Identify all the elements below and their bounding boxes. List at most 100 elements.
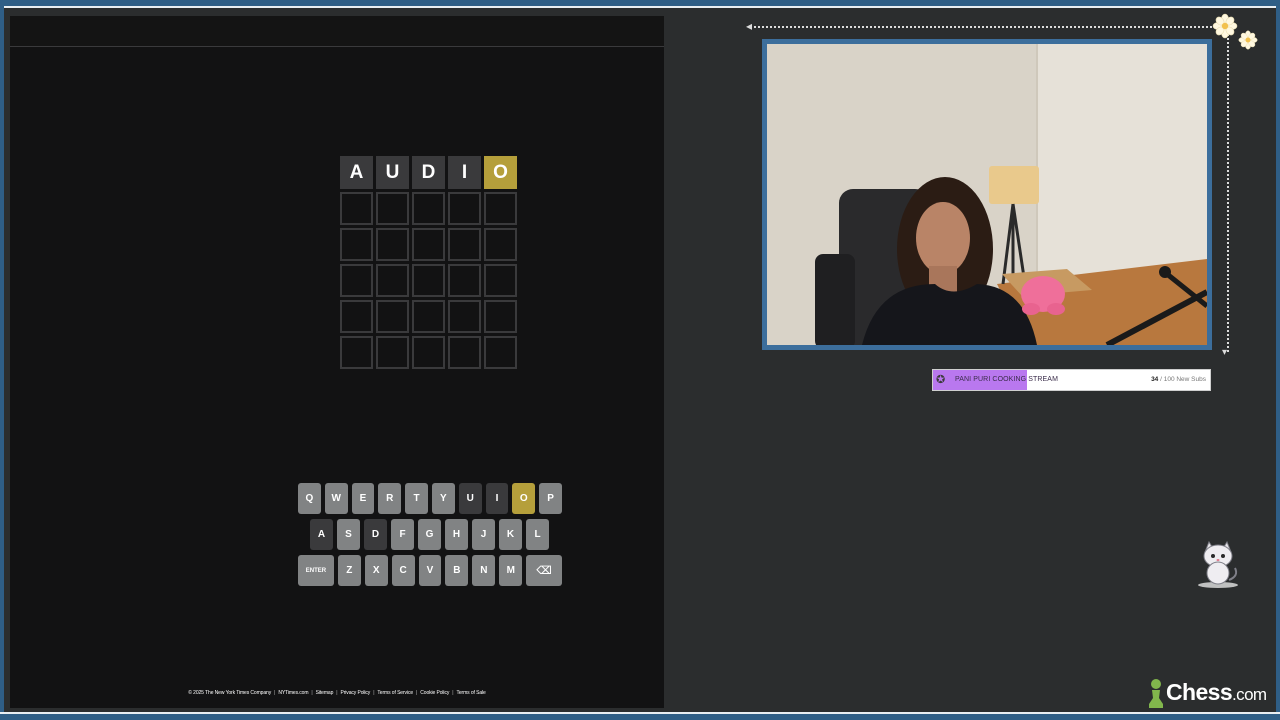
- key-g[interactable]: G: [418, 519, 441, 550]
- key-f[interactable]: F: [391, 519, 414, 550]
- enter-key[interactable]: ENTER: [298, 555, 334, 586]
- key-p[interactable]: P: [539, 483, 562, 514]
- board-tile-empty: [412, 192, 445, 225]
- wordle-board: AUDIO: [340, 156, 520, 369]
- flower-small-icon: [1238, 30, 1258, 55]
- sub-goal-bar: ✪ PANI PURI COOKING STREAM 34 / 100 New …: [932, 369, 1211, 391]
- key-x[interactable]: X: [364, 555, 388, 586]
- nyt-footer: © 2025 The New York Times Company | NYTime…: [10, 690, 664, 696]
- key-h[interactable]: H: [445, 519, 468, 550]
- board-tile-empty: [484, 300, 517, 333]
- footer-copyright: © 2025 The New York Times Company: [188, 690, 272, 696]
- key-m[interactable]: M: [499, 555, 523, 586]
- board-tile-empty: [340, 264, 373, 297]
- board-tile-empty: [448, 300, 481, 333]
- footer-link[interactable]: Privacy Policy: [340, 690, 370, 696]
- key-l[interactable]: L: [526, 519, 549, 550]
- board-tile-empty: [448, 336, 481, 369]
- board-tile-u: U: [376, 156, 409, 189]
- backspace-icon[interactable]: ⌫: [526, 555, 563, 586]
- footer-link[interactable]: Terms of Service: [377, 690, 413, 696]
- logo-main-text: Chess: [1166, 679, 1233, 705]
- board-tile-empty: [412, 228, 445, 261]
- key-n[interactable]: N: [472, 555, 496, 586]
- board-tile-empty: [448, 228, 481, 261]
- board-tile-empty: [376, 192, 409, 225]
- footer-link[interactable]: Terms of Sale: [456, 690, 485, 696]
- board-tile-empty: [340, 192, 373, 225]
- board-tile-empty: [448, 192, 481, 225]
- board-tile-empty: [340, 336, 373, 369]
- key-b[interactable]: B: [445, 555, 469, 586]
- stream-frame-bottom-line: [0, 712, 1280, 714]
- board-tile-empty: [412, 300, 445, 333]
- board-tile-empty: [376, 228, 409, 261]
- chess-com-logo: Chess.com: [1147, 676, 1267, 708]
- board-tile-empty: [340, 228, 373, 261]
- board-tile-empty: [376, 300, 409, 333]
- key-r[interactable]: R: [378, 483, 402, 514]
- footer-separator: |: [336, 690, 338, 696]
- board-tile-empty: [448, 264, 481, 297]
- key-u[interactable]: U: [458, 483, 482, 514]
- footer-separator: |: [373, 690, 375, 696]
- chess-com-wordmark: Chess.com: [1166, 679, 1267, 708]
- key-j[interactable]: J: [472, 519, 495, 550]
- key-o[interactable]: O: [512, 483, 536, 514]
- board-tile-empty: [484, 192, 517, 225]
- key-w[interactable]: W: [324, 483, 348, 514]
- board-tile-empty: [376, 264, 409, 297]
- footer-separator: |: [416, 690, 418, 696]
- wordle-game-window: AUDIO Q W E R T Y U I O P A S D F G H J K L ENTER Z X C V B N M ⌫ ©…: [10, 16, 664, 708]
- footer-link[interactable]: NYTimes.com: [278, 690, 308, 696]
- key-i[interactable]: I: [485, 483, 509, 514]
- key-q[interactable]: Q: [298, 483, 321, 514]
- board-tile-o: O: [484, 156, 517, 189]
- keyboard-row: QWERTYUIOP: [298, 483, 562, 514]
- dotted-border-top: [754, 26, 1228, 28]
- webcam-feed: [762, 39, 1212, 350]
- sub-goal-count: 34 / 100 New Subs: [1151, 376, 1206, 383]
- footer-separator: |: [311, 690, 313, 696]
- stream-frame-left: [0, 0, 4, 720]
- keyboard-row: ENTER Z X C V B N M ⌫: [298, 555, 563, 586]
- cat-sticker-icon: [1195, 540, 1241, 588]
- arrow-left-icon: ◂: [746, 19, 753, 33]
- key-a[interactable]: A: [310, 519, 333, 550]
- logo-suffix-text: .com: [1232, 685, 1267, 704]
- board-tile-empty: [484, 228, 517, 261]
- key-y[interactable]: Y: [431, 483, 455, 514]
- sub-goal-title: PANI PURI COOKING STREAM: [955, 376, 1059, 383]
- board-tile-empty: [412, 264, 445, 297]
- board-tile-empty: [376, 336, 409, 369]
- board-tile-empty: [484, 336, 517, 369]
- footer-separator: |: [274, 690, 276, 696]
- star-icon: ✪: [936, 374, 946, 386]
- board-tile-a: A: [340, 156, 373, 189]
- stream-frame-right: [1276, 0, 1280, 720]
- key-s[interactable]: S: [337, 519, 360, 550]
- flower-icon: [1212, 13, 1238, 44]
- board-tile-empty: [484, 264, 517, 297]
- key-t[interactable]: T: [405, 483, 428, 514]
- sub-goal-target: / 100 New Subs: [1158, 376, 1206, 383]
- wordle-keyboard: Q W E R T Y U I O P A S D F G H J K L ENTER Z X C V B N M ⌫: [298, 483, 563, 591]
- board-tile-d: D: [412, 156, 445, 189]
- key-d[interactable]: D: [364, 519, 387, 550]
- footer-separator: |: [452, 690, 454, 696]
- pawn-icon: [1149, 679, 1163, 708]
- key-c[interactable]: C: [391, 555, 415, 586]
- game-header: [10, 16, 664, 47]
- board-tile-empty: [340, 300, 373, 333]
- footer-link[interactable]: Sitemap: [316, 690, 334, 696]
- key-v[interactable]: V: [418, 555, 442, 586]
- key-k[interactable]: K: [499, 519, 522, 550]
- dotted-border-right: [1227, 26, 1229, 352]
- key-z[interactable]: Z: [337, 555, 361, 586]
- stream-frame-top-line: [0, 6, 1280, 8]
- key-e[interactable]: E: [351, 483, 375, 514]
- board-tile-i: I: [448, 156, 481, 189]
- footer-link[interactable]: Cookie Policy: [420, 690, 449, 696]
- keyboard-row: ASDFGHJKL: [298, 519, 562, 550]
- board-tile-empty: [412, 336, 445, 369]
